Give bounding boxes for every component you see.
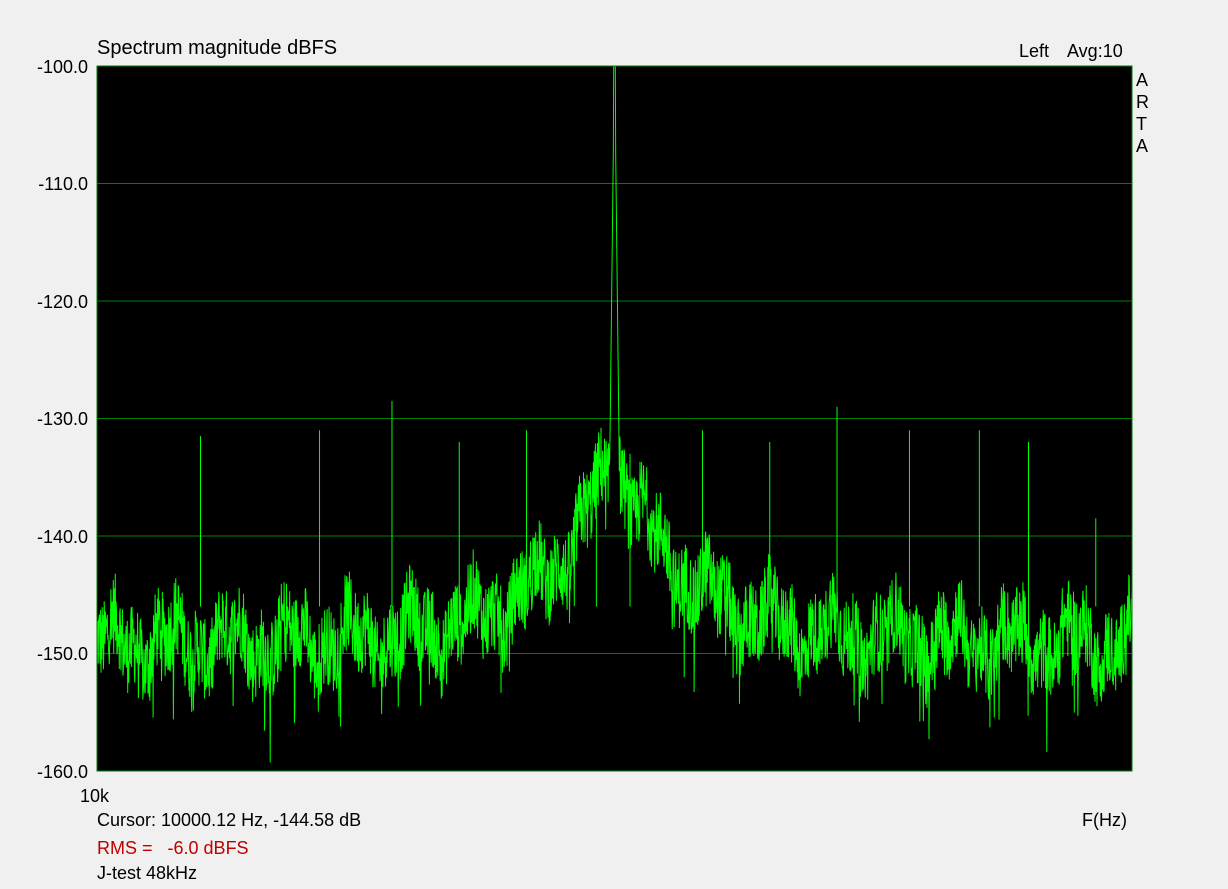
spectrum-plot[interactable] xyxy=(0,0,1228,889)
x-axis-label: F(Hz) xyxy=(1082,810,1127,830)
test-name-label: J-test 48kHz xyxy=(97,863,198,883)
x-tick-label: 10k xyxy=(80,786,110,806)
rms-label: RMS = xyxy=(97,838,153,858)
rms-value: -6.0 dBFS xyxy=(167,838,249,858)
cursor-readout: Cursor: 10000.12 Hz, -144.58 dB xyxy=(97,810,362,830)
spectrum-analyzer-window: Spectrum magnitude dBFS Left Avg:10 ARTA… xyxy=(0,0,1228,889)
rms-readout: RMS = -6.0 dBFS xyxy=(97,839,249,857)
